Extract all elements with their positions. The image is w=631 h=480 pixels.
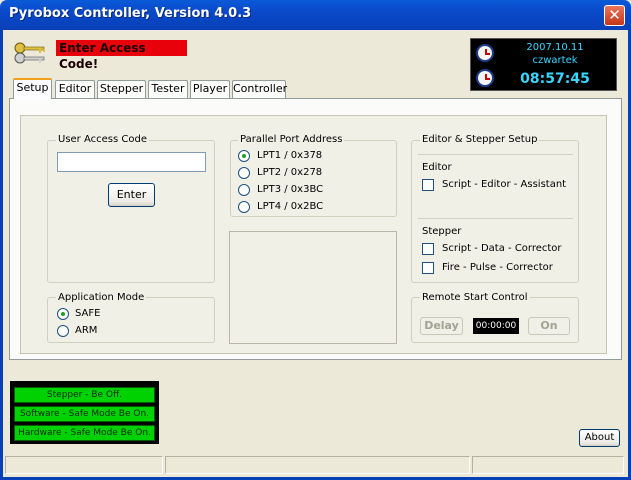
stepper-section-label: Stepper [422,226,462,237]
key-icon [14,42,45,64]
fire-pulse-corrector-label: Fire - Pulse - Corrector [442,262,553,273]
stepper-status-led: Stepper - Be Off. [14,387,155,403]
clock-day: czwartek [532,55,578,66]
software-safe-mode-led: Software - Safe Mode Be On. [14,406,155,422]
editor-stepper-label: Editor & Stepper Setup [420,134,540,145]
lpt3-radio[interactable] [238,184,250,196]
lpt2-label: LPT2 / 0x278 [257,167,323,178]
application-mode-label: Application Mode [56,292,147,303]
script-data-corrector-label: Script - Data - Corrector [442,243,562,254]
status-cell [5,456,163,474]
access-code-input[interactable] [57,152,206,172]
close-icon: ✕ [608,6,621,24]
remote-start-timer: 00:00:00 [473,318,519,334]
separator [418,154,573,155]
separator [418,218,573,219]
parallel-port-label: Parallel Port Address [238,134,345,145]
mode-safe-radio[interactable] [57,308,69,320]
lpt4-radio[interactable] [238,201,250,213]
title-bar[interactable]: Pyrobox Controller, Version 4.0.3 ✕ [0,0,631,30]
user-access-label: User Access Code [56,134,149,145]
status-led-panel: Stepper - Be Off. Software - Safe Mode B… [10,381,159,444]
tab-tester[interactable]: Tester [148,80,188,98]
enter-button[interactable]: Enter [108,183,155,207]
access-code-alert: Enter Access Code! [56,40,187,71]
status-cell [165,456,470,474]
lpt3-label: LPT3 / 0x3BC [257,184,324,195]
about-button[interactable]: About [579,429,620,447]
delay-button[interactable]: Delay [420,317,463,335]
mode-arm-label: ARM [75,325,98,336]
lpt2-radio[interactable] [238,167,250,179]
script-editor-assistant-checkbox[interactable] [422,179,434,191]
status-cell [472,456,624,474]
window-title: Pyrobox Controller, Version 4.0.3 [9,6,252,21]
clock-time: 08:57:45 [520,71,590,87]
tab-setup[interactable]: Setup [13,78,52,99]
application-mode-group [47,297,215,343]
remote-start-label: Remote Start Control [420,292,530,303]
status-bar [3,454,628,476]
hardware-safe-mode-led: Hardware - Safe Mode Be On. [14,425,155,441]
tab-player[interactable]: Player [190,80,230,98]
tab-editor[interactable]: Editor [55,80,95,98]
clock-panel: 2007.10.11 czwartek 08:57:45 [470,38,617,91]
editor-section-label: Editor [422,162,452,173]
empty-panel [229,231,397,344]
lpt4-label: LPT4 / 0x2BC [257,201,324,212]
script-editor-assistant-label: Script - Editor - Assistant [442,179,567,190]
lpt1-radio[interactable] [238,150,250,162]
tab-controller[interactable]: Controller [232,80,287,98]
clock-icon [476,69,494,87]
clock-icon [476,44,494,62]
tab-stepper[interactable]: Stepper [97,80,146,98]
on-button[interactable]: On [528,317,570,335]
script-data-corrector-checkbox[interactable] [422,243,434,255]
mode-arm-radio[interactable] [57,325,69,337]
clock-date: 2007.10.11 [526,42,584,53]
lpt1-label: LPT1 / 0x378 [257,150,323,161]
mode-safe-label: SAFE [75,308,101,319]
fire-pulse-corrector-checkbox[interactable] [422,262,434,274]
close-button[interactable]: ✕ [604,5,625,26]
